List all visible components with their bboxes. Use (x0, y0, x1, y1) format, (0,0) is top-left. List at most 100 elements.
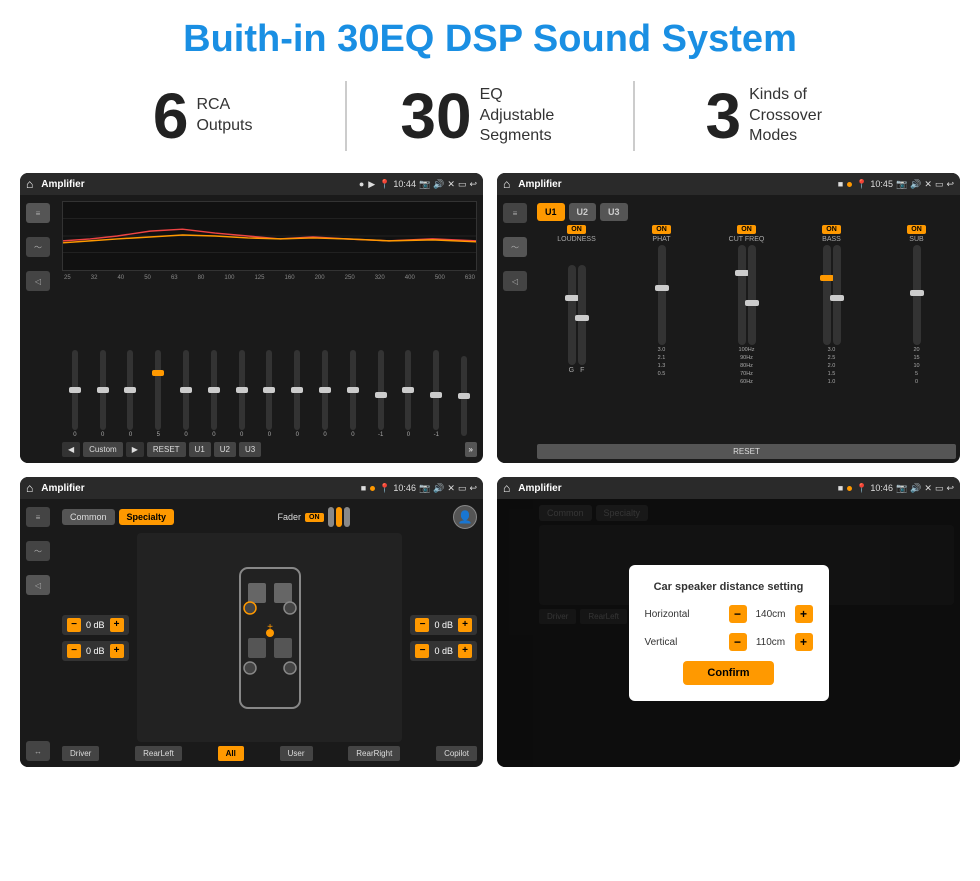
cam-icon-2: 📷 (896, 179, 907, 190)
eq-icon-eq[interactable]: ≡ (26, 203, 50, 223)
dialog-horizontal-plus[interactable]: + (795, 605, 813, 623)
eq-icon-wave[interactable]: 〜 (26, 237, 50, 257)
home-icon-3[interactable]: ⌂ (26, 481, 33, 495)
stat-rca: 6 RCAOutputs (60, 84, 345, 148)
status-bar-3: ⌂ Amplifier ■ 📍 10:46 📷 🔊 ✕ ▭ ↩ (20, 477, 483, 499)
distance-dialog: Car speaker distance setting Horizontal … (629, 565, 829, 701)
eq-next-btn[interactable]: ▶ (126, 442, 144, 457)
screen1-title: Amplifier (41, 179, 355, 190)
btn-copilot[interactable]: Copilot (436, 746, 477, 761)
eq-u3-btn[interactable]: U3 (239, 442, 261, 457)
eq-u1-btn[interactable]: U1 (189, 442, 211, 457)
dialog-vertical-plus[interactable]: + (795, 633, 813, 651)
ch2-label: PHAT (652, 236, 670, 243)
eq-icon-vol[interactable]: ◁ (26, 271, 50, 291)
stats-row: 6 RCAOutputs 30 EQ AdjustableSegments 3 … (0, 71, 980, 165)
ch4-label: BASS (822, 236, 841, 243)
eq-expand-btn[interactable]: » (465, 442, 477, 457)
fader-sidebar: ≡ 〜 ◁ ↔ (20, 499, 56, 767)
vol-icon-2: 🔊 (910, 179, 921, 190)
vol-control-rl: − 0 dB + (62, 641, 129, 661)
ch2-slider[interactable] (658, 245, 666, 345)
eq-custom-btn[interactable]: Custom (83, 442, 123, 457)
fader-icon-eq[interactable]: ≡ (26, 507, 50, 527)
dialog-horizontal-minus[interactable]: − (729, 605, 747, 623)
ch5-label: SUB (909, 236, 923, 243)
screen4-title: Amplifier (518, 483, 834, 494)
eq-slider-1: 0 (90, 350, 116, 438)
btn-all[interactable]: All (218, 746, 244, 761)
btn-rearleft2[interactable]: RearRight (348, 746, 400, 761)
dialog-horizontal-label: Horizontal (645, 609, 690, 620)
amp-preset-u2[interactable]: U2 (569, 203, 597, 221)
vol-plus-rr[interactable]: + (458, 644, 472, 658)
x-icon-2: ✕ (924, 179, 932, 190)
amp-icon-wave[interactable]: 〜 (503, 237, 527, 257)
fader-icon-wave[interactable]: 〜 (26, 541, 50, 561)
dialog-confirm-button[interactable]: Confirm (683, 661, 773, 685)
vol-icon-4: 🔊 (910, 483, 921, 494)
cam-icon-1: 📷 (419, 179, 430, 190)
dialog-vertical-label: Vertical (645, 637, 678, 648)
ch3-slider2[interactable] (748, 245, 756, 345)
fader-tab-specialty[interactable]: Specialty (119, 509, 175, 525)
ch1-slider2[interactable] (578, 265, 586, 365)
back-icon-1: ↩ (469, 179, 477, 190)
dialog-vertical-minus[interactable]: − (729, 633, 747, 651)
back-icon-4: ↩ (946, 483, 954, 494)
pin-icon-2: 📍 (856, 179, 867, 190)
amp-icon-vol[interactable]: ◁ (503, 271, 527, 291)
eq-sidebar: ≡ 〜 ◁ (20, 195, 56, 463)
back-icon-3: ↩ (469, 483, 477, 494)
vol-plus-fr[interactable]: + (458, 618, 472, 632)
fader-tab-common[interactable]: Common (62, 509, 115, 525)
ch3-slider1[interactable] (738, 245, 746, 345)
screen1-play: ▶ (368, 179, 375, 190)
eq-u2-btn[interactable]: U2 (214, 442, 236, 457)
svg-text:+: + (267, 622, 273, 633)
amp-preset-u1[interactable]: U1 (537, 203, 565, 221)
eq-reset-btn[interactable]: RESET (147, 442, 186, 457)
vol-plus-rl[interactable]: + (110, 644, 124, 658)
screen1-dot1: ● (359, 179, 364, 189)
fader-icon-arr[interactable]: ↔ (26, 741, 50, 761)
home-icon-1[interactable]: ⌂ (26, 177, 33, 191)
amp-preset-u3[interactable]: U3 (600, 203, 628, 221)
fader-profile-icon[interactable]: 👤 (453, 505, 477, 529)
fader-mini-3 (344, 507, 350, 527)
vol-minus-fl[interactable]: − (67, 618, 81, 632)
btn-user[interactable]: User (280, 746, 313, 761)
vol-minus-rl[interactable]: − (67, 644, 81, 658)
dialog-vertical-control: − 110cm + (729, 633, 813, 651)
vol-minus-fr[interactable]: − (415, 618, 429, 632)
ch5-slider[interactable] (913, 245, 921, 345)
status-icons-4: 📍 10:46 📷 🔊 ✕ ▭ ↩ (856, 483, 954, 494)
vol-minus-rr[interactable]: − (415, 644, 429, 658)
fader-bottom-btns: Driver RearLeft All User RearRight Copil… (62, 746, 477, 761)
ch4-slider2[interactable] (833, 245, 841, 345)
fader-icon-vol[interactable]: ◁ (26, 575, 50, 595)
amp-reset-btn[interactable]: RESET (537, 444, 956, 459)
screen2-title: Amplifier (518, 179, 834, 190)
screen3-sq: ■ (361, 483, 366, 493)
vol-plus-fl[interactable]: + (110, 618, 124, 632)
pin-icon-3: 📍 (379, 483, 390, 494)
eq-slider-3: 5 (145, 350, 171, 438)
ch2-freq-labels: 3.02.11.30.5 (658, 347, 666, 377)
vol-control-fl: − 0 dB + (62, 615, 129, 635)
eq-prev-btn[interactable]: ◀ (62, 442, 80, 457)
screen3-title: Amplifier (41, 483, 357, 494)
home-icon-2[interactable]: ⌂ (503, 177, 510, 191)
cam-icon-4: 📷 (896, 483, 907, 494)
fader-main: Common Specialty Fader ON 👤 (56, 499, 483, 767)
eq-slider-5: 0 (201, 350, 227, 438)
screen3-dot (370, 486, 375, 491)
btn-driver[interactable]: Driver (62, 746, 99, 761)
amp-icon-eq[interactable]: ≡ (503, 203, 527, 223)
eq-slider-12: 0 (396, 350, 422, 438)
vol-val-fl: 0 dB (86, 620, 105, 630)
stat-text-eq: EQ AdjustableSegments (480, 85, 580, 147)
home-icon-4[interactable]: ⌂ (503, 481, 510, 495)
btn-rearleft[interactable]: RearLeft (135, 746, 182, 761)
status-icons-1: 📍 10:44 📷 🔊 ✕ ▭ ↩ (379, 179, 477, 190)
